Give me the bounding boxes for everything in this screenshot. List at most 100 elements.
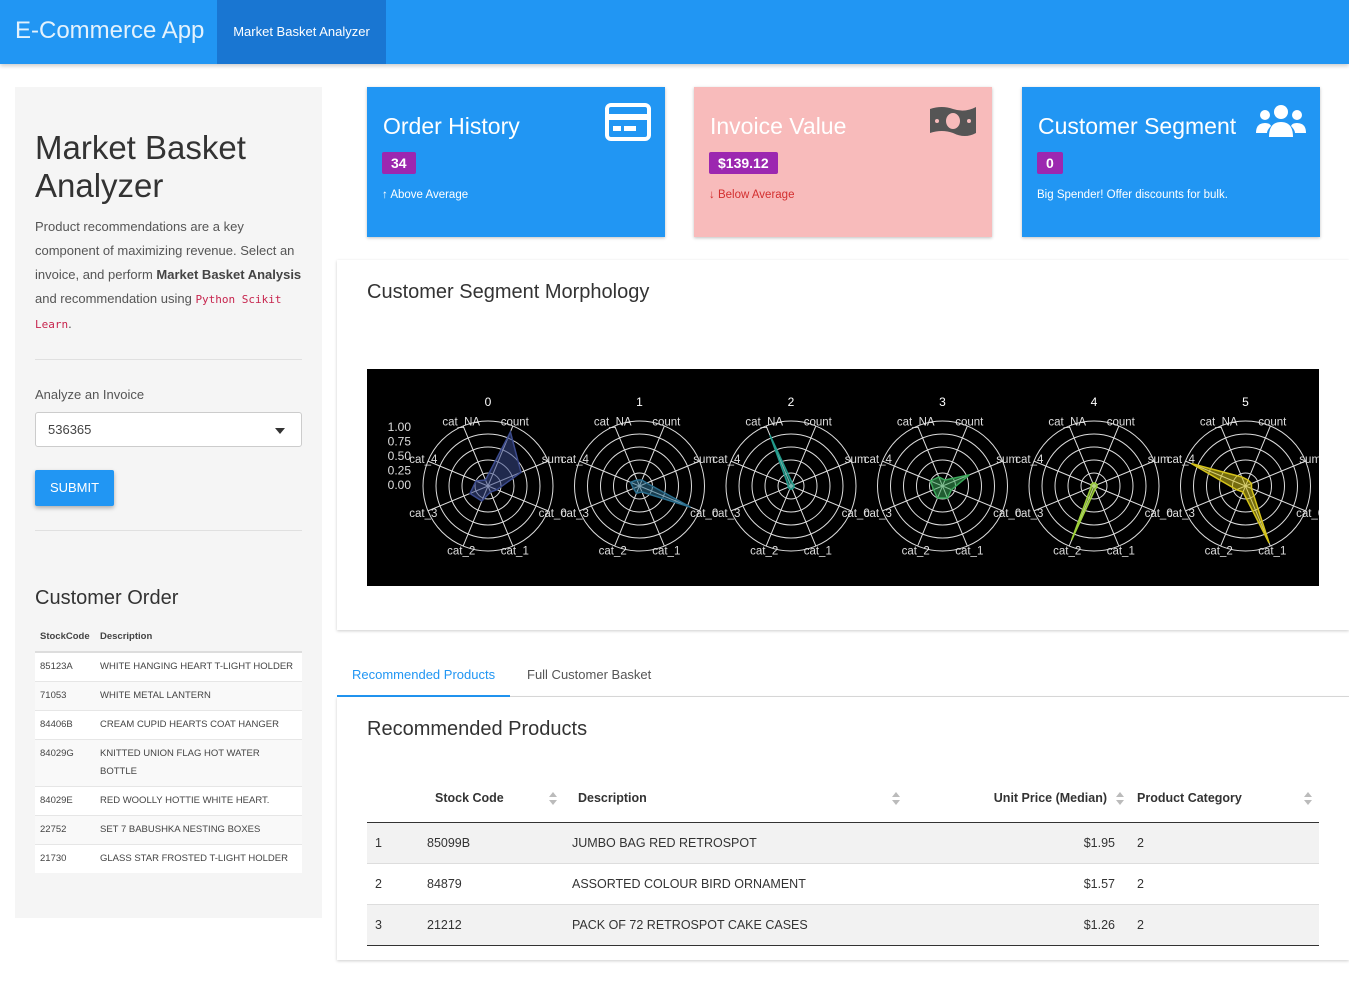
- column-header-product-category[interactable]: Product Category: [1129, 775, 1319, 823]
- radar-axis-label: cat_1: [1258, 546, 1286, 558]
- radar-axis-label: cat_2: [447, 546, 475, 558]
- radar-radial-tick: 1.00: [388, 420, 412, 434]
- top-navbar: E-Commerce App Market Basket Analyzer: [0, 0, 1349, 64]
- column-header: StockCode: [35, 622, 95, 653]
- tab-full-customer-basket[interactable]: Full Customer Basket: [512, 655, 666, 697]
- radar-axis-label: cat_4: [1167, 454, 1196, 466]
- column-header: Description: [95, 622, 302, 653]
- sort-icon[interactable]: [549, 792, 557, 806]
- invoice-select-label: Analyze an Invoice: [35, 387, 145, 402]
- table-row: 84029E RED WOOLLY HOTTIE WHITE HEART.: [35, 786, 302, 816]
- panel-title: Recommended Products: [367, 718, 588, 740]
- arrow-down-icon: ↓: [709, 189, 715, 201]
- radar-axis-label: cat_2: [750, 546, 778, 558]
- radar-axis-label: cat_3: [864, 508, 892, 520]
- radar-axis-label: cat_NA: [1200, 416, 1238, 428]
- value-box-title: Customer Segment: [1038, 113, 1237, 139]
- panel-title: Customer Segment Morphology: [367, 281, 650, 303]
- recommended-products-panel: Recommended Products Stock Code Descript…: [337, 697, 1349, 960]
- radar-radial-tick: 0.50: [388, 449, 412, 463]
- column-header-stock-code[interactable]: Stock Code: [419, 775, 564, 823]
- column-header-unit-price[interactable]: Unit Price (Median): [909, 775, 1129, 823]
- chevron-down-icon: [275, 428, 285, 434]
- radar-panel-title: 5: [1242, 395, 1249, 409]
- product-tabs: Recommended Products Full Customer Baske…: [337, 655, 1349, 697]
- table-row[interactable]: 2 84879 ASSORTED COLOUR BIRD ORNAMENT $1.57…: [367, 862, 1319, 904]
- radar-axis-label: cat_3: [1167, 508, 1195, 520]
- sidebar: Market Basket Analyzer Product recommend…: [15, 87, 322, 918]
- table-row: 85123A WHITE HANGING HEART T-LIGHT HOLDER: [35, 651, 302, 682]
- arrow-up-icon: ↑: [382, 189, 388, 201]
- table-row: 84029G KNITTED UNION FLAG HOT WATER BOTTL…: [35, 739, 302, 787]
- column-header-description[interactable]: Description: [564, 775, 909, 823]
- radar-axis-label: cat_NA: [1048, 416, 1086, 428]
- column-header: [367, 775, 419, 823]
- radar-axis-label: cat_2: [599, 546, 627, 558]
- radar-axis-label: cat_0: [1296, 508, 1319, 520]
- radar-axis-label: count: [501, 416, 530, 428]
- money-bill-icon: [928, 103, 978, 144]
- radar-axis-label: count: [652, 416, 681, 428]
- radar-panel-title: 1: [636, 395, 643, 409]
- radar-chart[interactable]: 0 count sum cat_0 cat_1 cat_2 cat_3 cat_4 cat_NA…: [367, 369, 1324, 586]
- recommended-products-table: Stock Code Description Unit Price (Media…: [367, 775, 1319, 946]
- value-badge: $139.12: [709, 152, 778, 174]
- value-box-title: Invoice Value: [710, 113, 847, 139]
- customer-segment-box: Customer Segment 0 Big Spender! Offer di…: [1022, 87, 1320, 237]
- radar-axis-label: cat_4: [864, 454, 893, 466]
- radar-axis-label: cat_NA: [745, 416, 783, 428]
- sidebar-title: Market Basket Analyzer: [35, 129, 246, 204]
- nav-tab-market-basket[interactable]: Market Basket Analyzer: [217, 0, 386, 64]
- table-row[interactable]: 1 85099B JUMBO BAG RED RETROSPOT $1.95 2: [367, 821, 1319, 863]
- sort-icon[interactable]: [892, 792, 900, 806]
- radar-axis-label: cat_2: [1053, 546, 1081, 558]
- divider: [35, 530, 302, 531]
- radar-axis-label: cat_1: [652, 546, 680, 558]
- sort-icon[interactable]: [1116, 792, 1124, 806]
- radar-radial-tick: 0.00: [388, 478, 412, 492]
- radar-axis-label: count: [804, 416, 833, 428]
- radar-axis-label: cat_4: [1015, 454, 1044, 466]
- radar-axis-label: cat_1: [804, 546, 832, 558]
- tab-recommended-products[interactable]: Recommended Products: [337, 655, 511, 697]
- credit-card-icon: [605, 103, 651, 146]
- radar-series-polygon: [629, 479, 691, 508]
- invoice-select-value: 536365: [48, 422, 92, 437]
- invoice-select[interactable]: 536365: [35, 412, 302, 447]
- radar-axis-label: cat_NA: [897, 416, 935, 428]
- radar-axis-label: cat_4: [712, 454, 741, 466]
- value-box-title: Order History: [383, 113, 520, 139]
- table-row: 84406B CREAM CUPID HEARTS COAT HANGER: [35, 710, 302, 740]
- segment-morphology-panel: Customer Segment Morphology 0 count sum cat…: [337, 260, 1349, 630]
- divider: [35, 359, 302, 360]
- value-badge: 0: [1037, 152, 1063, 174]
- radar-axis-label: cat_1: [1107, 546, 1135, 558]
- radar-axis-label: sum: [1299, 454, 1319, 466]
- radar-axis-label: cat_3: [712, 508, 740, 520]
- radar-radial-tick: 0.75: [388, 435, 412, 449]
- table-row: 22752 SET 7 BABUSHKA NESTING BOXES: [35, 815, 302, 845]
- radar-axis-label: cat_4: [561, 454, 590, 466]
- radar-axis-label: count: [955, 416, 984, 428]
- radar-axis-label: cat_2: [1205, 546, 1233, 558]
- invoice-value-box: Invoice Value $139.12 ↓ Below Average: [694, 87, 992, 237]
- submit-button[interactable]: SUBMIT: [35, 470, 114, 506]
- radar-axis-label: cat_NA: [442, 416, 480, 428]
- radar-series-polygon: [769, 434, 795, 490]
- radar-axis-label: cat_3: [561, 508, 589, 520]
- radar-axis-label: cat_1: [955, 546, 983, 558]
- radar-axis-label: count: [1107, 416, 1136, 428]
- value-badge: 34: [382, 152, 416, 174]
- value-box-subtitle: ↑ Above Average: [382, 189, 469, 201]
- table-row[interactable]: 3 21212 PACK OF 72 RETROSPOT CAKE CASES $1.…: [367, 903, 1319, 946]
- sort-icon[interactable]: [1304, 792, 1312, 806]
- value-box-subtitle: Big Spender! Offer discounts for bulk.: [1037, 189, 1228, 201]
- radar-panel-title: 3: [939, 395, 946, 409]
- radar-axis-label: cat_NA: [594, 416, 632, 428]
- order-history-box: Order History 34 ↑ Above Average: [367, 87, 665, 237]
- users-icon: [1256, 103, 1306, 144]
- app-brand[interactable]: E-Commerce App: [15, 17, 204, 45]
- radar-radial-tick: 0.25: [388, 464, 412, 478]
- customer-order-table: StockCode Description 85123A WHITE HANGIN…: [35, 622, 302, 873]
- radar-axis-label: count: [1258, 416, 1287, 428]
